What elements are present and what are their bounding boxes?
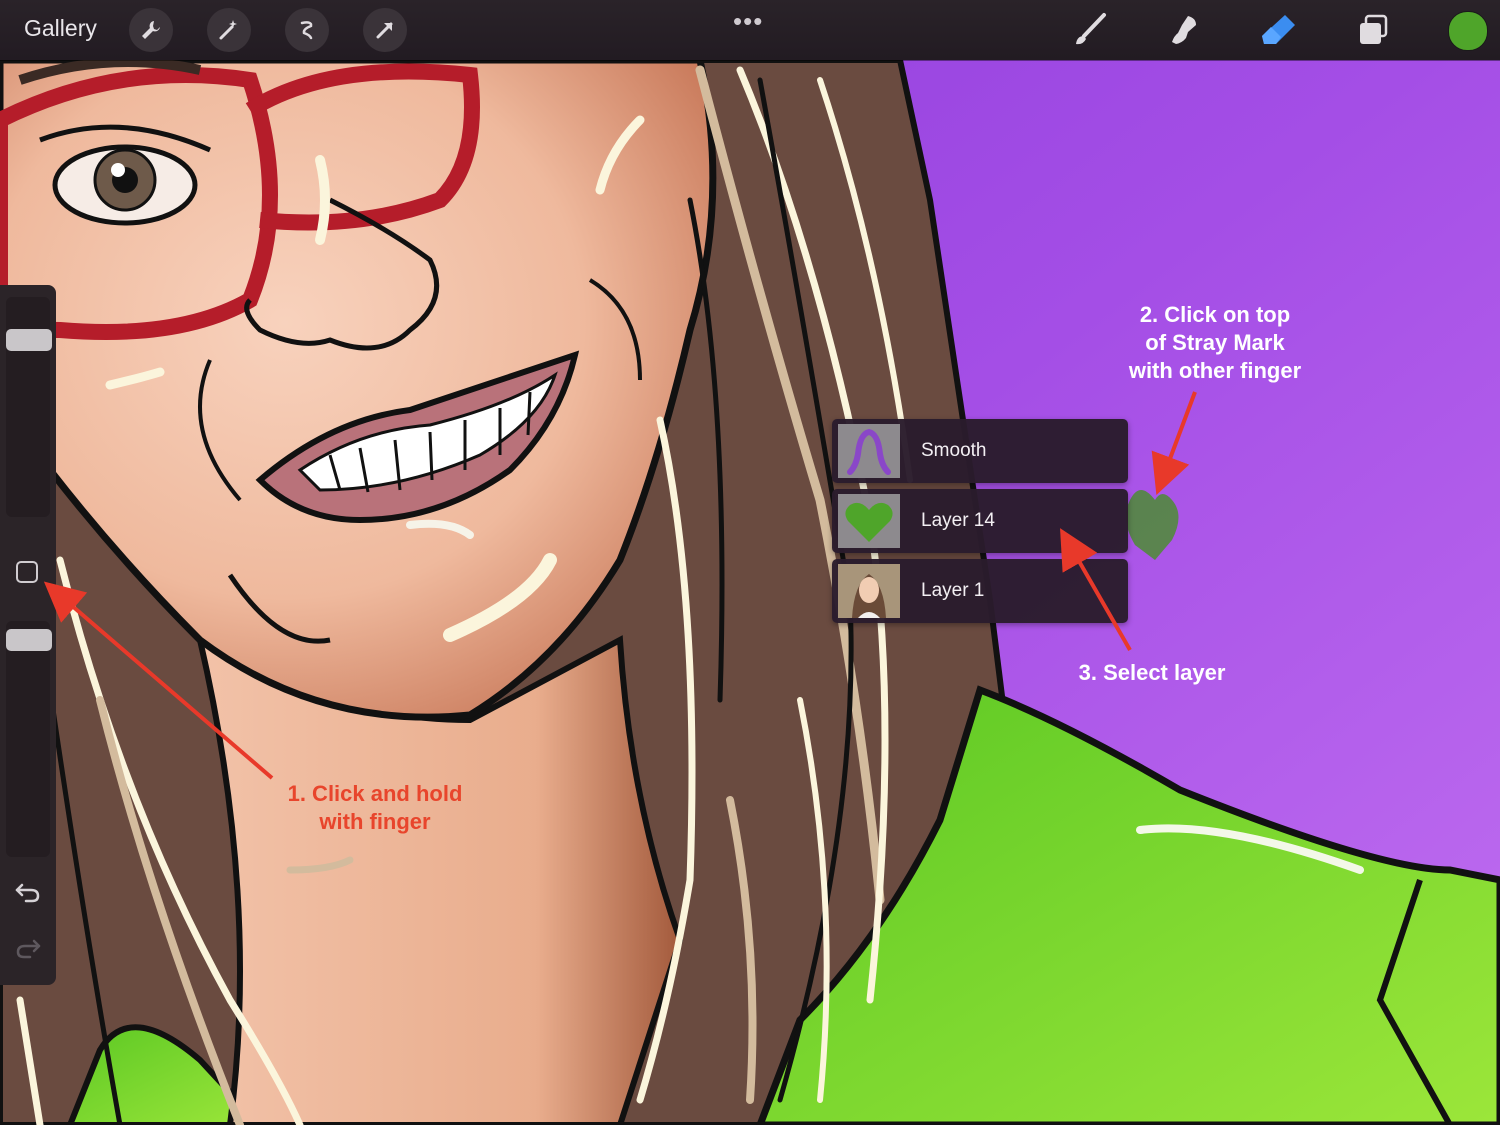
annotation-line: with finger <box>319 809 431 834</box>
annotation-step3: 3. Select layer <box>1050 659 1254 687</box>
arrow-step3 <box>1060 528 1132 651</box>
annotation-line: 2. Click on top <box>1139 302 1291 327</box>
annotation-line: 1. Click and hold <box>287 781 463 806</box>
annotation-step1: 1. Click and hold with finger <box>260 780 490 836</box>
annotation-step2: 2. Click on top of Stray Mark with other… <box>1100 301 1330 385</box>
annotation-line: 3. Select layer <box>1078 660 1226 685</box>
arrow-step2 <box>1151 391 1197 495</box>
annotation-arrows <box>43 391 1197 780</box>
annotation-line: with other finger <box>1128 358 1302 383</box>
arrow-step1 <box>43 581 274 780</box>
annotation-line: of Stray Mark <box>1145 330 1285 355</box>
